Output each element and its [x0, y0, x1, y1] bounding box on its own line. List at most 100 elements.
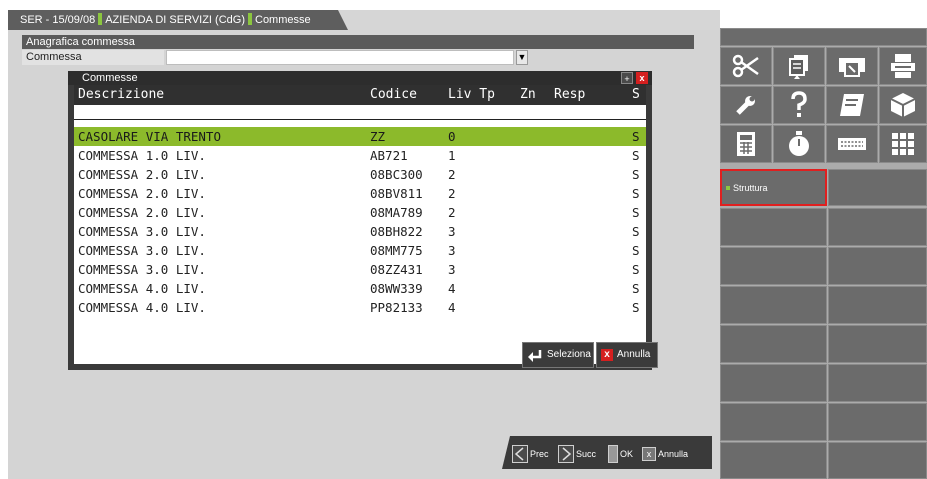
empty-tile[interactable]	[720, 208, 827, 246]
cell-codice: 08BC300	[370, 167, 423, 182]
calculator-button[interactable]	[720, 125, 772, 163]
struttura-button[interactable]: Struttura	[720, 169, 827, 206]
cell-descrizione: COMMESSA 1.0 LIV.	[78, 148, 206, 163]
maximize-icon[interactable]: +	[621, 72, 633, 84]
empty-tile[interactable]	[828, 169, 927, 206]
scissors-icon	[732, 54, 759, 78]
copy-doc-icon	[789, 55, 808, 79]
next-arrow-icon	[558, 445, 574, 463]
column-zn[interactable]: Zn	[520, 85, 536, 105]
table-row[interactable]: COMMESSA 2.0 LIV. 08BC300 2 S	[74, 165, 646, 184]
prec-button[interactable]: Prec	[512, 444, 549, 464]
cell-descrizione: COMMESSA 2.0 LIV.	[78, 186, 206, 201]
cell-s: S	[632, 205, 640, 220]
paste-button[interactable]	[826, 47, 878, 85]
keyboard-icon	[838, 138, 866, 150]
cell-codice: AB721	[370, 148, 408, 163]
tab-commesse[interactable]: SER - 15/09/08 AZIENDA DI SERVIZI (CdG) Co…	[8, 10, 348, 30]
empty-tile[interactable]	[828, 325, 927, 363]
notes-button[interactable]	[826, 86, 878, 124]
cell-liv: 2	[448, 205, 456, 220]
table-row[interactable]: CASOLARE VIA TRENTO ZZ 0 S	[74, 127, 646, 146]
cell-codice: PP82133	[370, 300, 423, 315]
cell-s: S	[632, 243, 640, 258]
annulla-nav-button[interactable]: x Annulla	[642, 444, 688, 464]
tools-button[interactable]	[720, 86, 772, 124]
column-codice[interactable]: Codice	[370, 85, 417, 105]
table-row[interactable]: COMMESSA 3.0 LIV. 08BH822 3 S	[74, 222, 646, 241]
succ-button[interactable]: Succ	[558, 444, 596, 464]
empty-tile[interactable]	[720, 364, 827, 402]
cell-codice: 08MA789	[370, 205, 423, 220]
commesse-list: CASOLARE VIA TRENTO ZZ 0 S COMMESSA 1.0 …	[74, 127, 646, 317]
empty-tile[interactable]	[828, 247, 927, 285]
close-icon[interactable]: x	[636, 72, 648, 84]
empty-tile[interactable]	[720, 286, 827, 324]
empty-tile[interactable]	[720, 442, 827, 479]
keyboard-button[interactable]	[826, 125, 878, 163]
empty-tile[interactable]	[720, 403, 827, 441]
cell-descrizione: COMMESSA 4.0 LIV.	[78, 300, 206, 315]
bullet-icon	[726, 185, 730, 190]
empty-tile[interactable]	[828, 286, 927, 324]
column-descrizione[interactable]: Descrizione	[78, 85, 164, 105]
table-row[interactable]: COMMESSA 4.0 LIV. 08WW339 4 S	[74, 279, 646, 298]
column-s[interactable]: S	[632, 85, 640, 105]
table-row[interactable]: COMMESSA 3.0 LIV. 08ZZ431 3 S	[74, 260, 646, 279]
copy-button[interactable]	[773, 47, 825, 85]
grid-button[interactable]	[879, 125, 927, 163]
table-row[interactable]: COMMESSA 1.0 LIV. AB721 1 S	[74, 146, 646, 165]
panel-top-strip	[720, 28, 927, 46]
commessa-input[interactable]	[166, 50, 514, 65]
column-liv-tp[interactable]: Liv Tp	[448, 85, 495, 105]
empty-tile[interactable]	[828, 403, 927, 441]
annulla-label: Annulla	[617, 349, 651, 360]
commessa-dropdown-button[interactable]: ▼	[516, 50, 528, 65]
empty-tile[interactable]	[828, 364, 927, 402]
cell-descrizione: COMMESSA 2.0 LIV.	[78, 205, 206, 220]
printer-icon	[891, 54, 915, 78]
stopwatch-icon	[789, 131, 809, 156]
empty-tile[interactable]	[720, 247, 827, 285]
section-title: Anagrafica commessa	[22, 35, 694, 49]
help-button[interactable]	[773, 86, 825, 124]
cell-descrizione: COMMESSA 4.0 LIV.	[78, 281, 206, 296]
header-divider	[74, 119, 646, 120]
cell-s: S	[632, 281, 640, 296]
table-row[interactable]: COMMESSA 2.0 LIV. 08BV811 2 S	[74, 184, 646, 203]
dialog-titlebar: Commesse + x	[68, 71, 652, 85]
calculator-icon	[737, 132, 755, 156]
tab-module-label: Commesse	[255, 14, 311, 26]
cell-descrizione: COMMESSA 3.0 LIV.	[78, 243, 206, 258]
cell-s: S	[632, 167, 640, 182]
commesse-dialog: Commesse + x Descrizione Codice Liv Tp Z…	[68, 71, 658, 370]
cell-s: S	[632, 148, 640, 163]
cut-button[interactable]	[720, 47, 772, 85]
print-button[interactable]	[879, 47, 927, 85]
empty-tile[interactable]	[828, 442, 927, 479]
seleziona-button[interactable]: Seleziona	[522, 342, 594, 368]
cell-liv: 3	[448, 224, 456, 239]
ok-button[interactable]: OK	[608, 444, 633, 464]
cube-icon	[890, 93, 916, 117]
ok-label: OK	[620, 449, 634, 459]
cell-liv: 3	[448, 243, 456, 258]
timer-button[interactable]	[773, 125, 825, 163]
module-button[interactable]	[879, 86, 927, 124]
cell-descrizione: COMMESSA 2.0 LIV.	[78, 167, 206, 182]
annulla-nav-label: Annulla	[658, 449, 689, 459]
table-row[interactable]: COMMESSA 2.0 LIV. 08MA789 2 S	[74, 203, 646, 222]
table-row[interactable]: COMMESSA 3.0 LIV. 08MM775 3 S	[74, 241, 646, 260]
tab-separator	[248, 13, 252, 25]
cell-descrizione: COMMESSA 3.0 LIV.	[78, 224, 206, 239]
cell-codice: 08BH822	[370, 224, 423, 239]
table-row[interactable]: COMMESSA 4.0 LIV. PP82133 4 S	[74, 298, 646, 317]
column-resp[interactable]: Resp	[554, 85, 585, 105]
print-preview-icon	[839, 58, 865, 77]
empty-tile[interactable]	[828, 208, 927, 246]
cell-liv: 0	[448, 129, 456, 144]
tab-company-label: AZIENDA DI SERVIZI (CdG)	[105, 14, 245, 26]
annulla-button[interactable]: x Annulla	[596, 342, 658, 368]
main-window: SER - 15/09/08 AZIENDA DI SERVIZI (CdG) Co…	[8, 10, 720, 479]
empty-tile[interactable]	[720, 325, 827, 363]
